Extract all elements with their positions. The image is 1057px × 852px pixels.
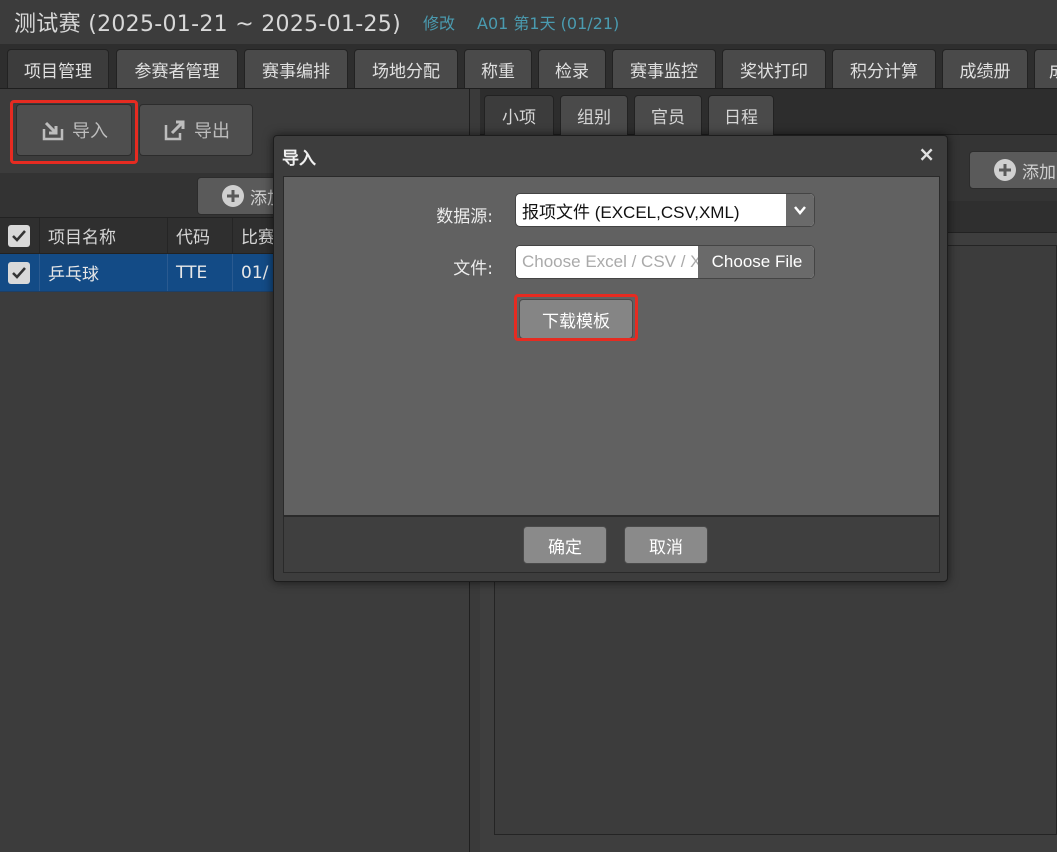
file-path-input[interactable]: [516, 246, 698, 278]
tab-venue-allocation[interactable]: 场地分配: [354, 49, 458, 88]
dialog-title: 导入: [282, 148, 316, 169]
tab-results-book[interactable]: 成绩册: [942, 49, 1028, 88]
row-checkbox[interactable]: [8, 261, 30, 284]
tab-participant-management[interactable]: 参赛者管理: [116, 49, 238, 88]
tab-overflow[interactable]: 成: [1034, 49, 1057, 88]
ok-button[interactable]: 确定: [523, 526, 607, 564]
right-add-label: 添加: [1022, 162, 1056, 183]
tab-event-monitor[interactable]: 赛事监控: [612, 49, 716, 88]
import-dialog: 导入 × 数据源: 报项文件 (EXCEL,CSV,XML) 文件: Choos…: [273, 135, 948, 582]
edit-link[interactable]: 修改: [423, 10, 455, 34]
tab-schedule[interactable]: 日程: [708, 95, 774, 135]
export-icon: [164, 120, 185, 141]
check-icon: [12, 229, 26, 242]
dialog-header: 导入: [274, 136, 947, 176]
row-name: 乒乓球: [40, 254, 168, 291]
tab-groups[interactable]: 组别: [560, 95, 628, 135]
column-header-code[interactable]: 代码: [168, 218, 233, 253]
dialog-body: 数据源: 报项文件 (EXCEL,CSV,XML) 文件: Choose Fil…: [283, 176, 940, 516]
select-all-cell: [0, 218, 40, 253]
export-button[interactable]: 导出: [139, 104, 253, 156]
source-selected-value: 报项文件 (EXCEL,CSV,XML): [522, 202, 740, 222]
event-title: 测试赛 (2025-01-21 ~ 2025-01-25): [14, 12, 401, 37]
tab-sub-events[interactable]: 小项: [484, 95, 554, 135]
day-info[interactable]: A01 第1天 (01/21): [477, 10, 619, 34]
dialog-footer: 确定 取消: [283, 516, 940, 573]
tab-score-calc[interactable]: 积分计算: [832, 49, 936, 88]
chevron-down-icon[interactable]: [786, 194, 814, 226]
plus-icon: [222, 185, 244, 207]
close-icon[interactable]: ×: [918, 144, 935, 164]
tab-project-management[interactable]: 项目管理: [7, 49, 109, 88]
right-add-button[interactable]: 添加: [969, 151, 1057, 189]
cancel-button[interactable]: 取消: [624, 526, 708, 564]
file-label: 文件:: [453, 259, 493, 279]
column-header-name[interactable]: 项目名称: [40, 218, 168, 253]
check-icon: [12, 266, 26, 279]
main-tab-strip: 项目管理 参赛者管理 赛事编排 场地分配 称重 检录 赛事监控 奖状打印 积分计…: [0, 44, 1057, 89]
tab-officials[interactable]: 官员: [634, 95, 702, 135]
export-label: 导出: [194, 121, 230, 142]
import-highlight: [10, 100, 138, 164]
source-select[interactable]: 报项文件 (EXCEL,CSV,XML): [515, 193, 815, 227]
source-label: 数据源:: [436, 207, 493, 227]
tab-check-in[interactable]: 检录: [538, 49, 606, 88]
file-picker: Choose File: [515, 245, 815, 279]
row-code: TTE: [168, 254, 233, 291]
plus-icon: [994, 159, 1016, 181]
tab-weigh-in[interactable]: 称重: [464, 49, 532, 88]
select-all-checkbox[interactable]: [8, 224, 30, 247]
row-select-cell: [0, 254, 40, 291]
tab-scheduling[interactable]: 赛事编排: [244, 49, 348, 88]
choose-file-button[interactable]: Choose File: [698, 246, 814, 278]
sub-tab-strip: 小项 组别 官员 日程: [480, 89, 1057, 135]
download-highlight: [514, 294, 638, 341]
title-bar: 测试赛 (2025-01-21 ~ 2025-01-25) 修改 A01 第1天…: [0, 0, 1057, 44]
tab-certificate-print[interactable]: 奖状打印: [722, 49, 826, 88]
